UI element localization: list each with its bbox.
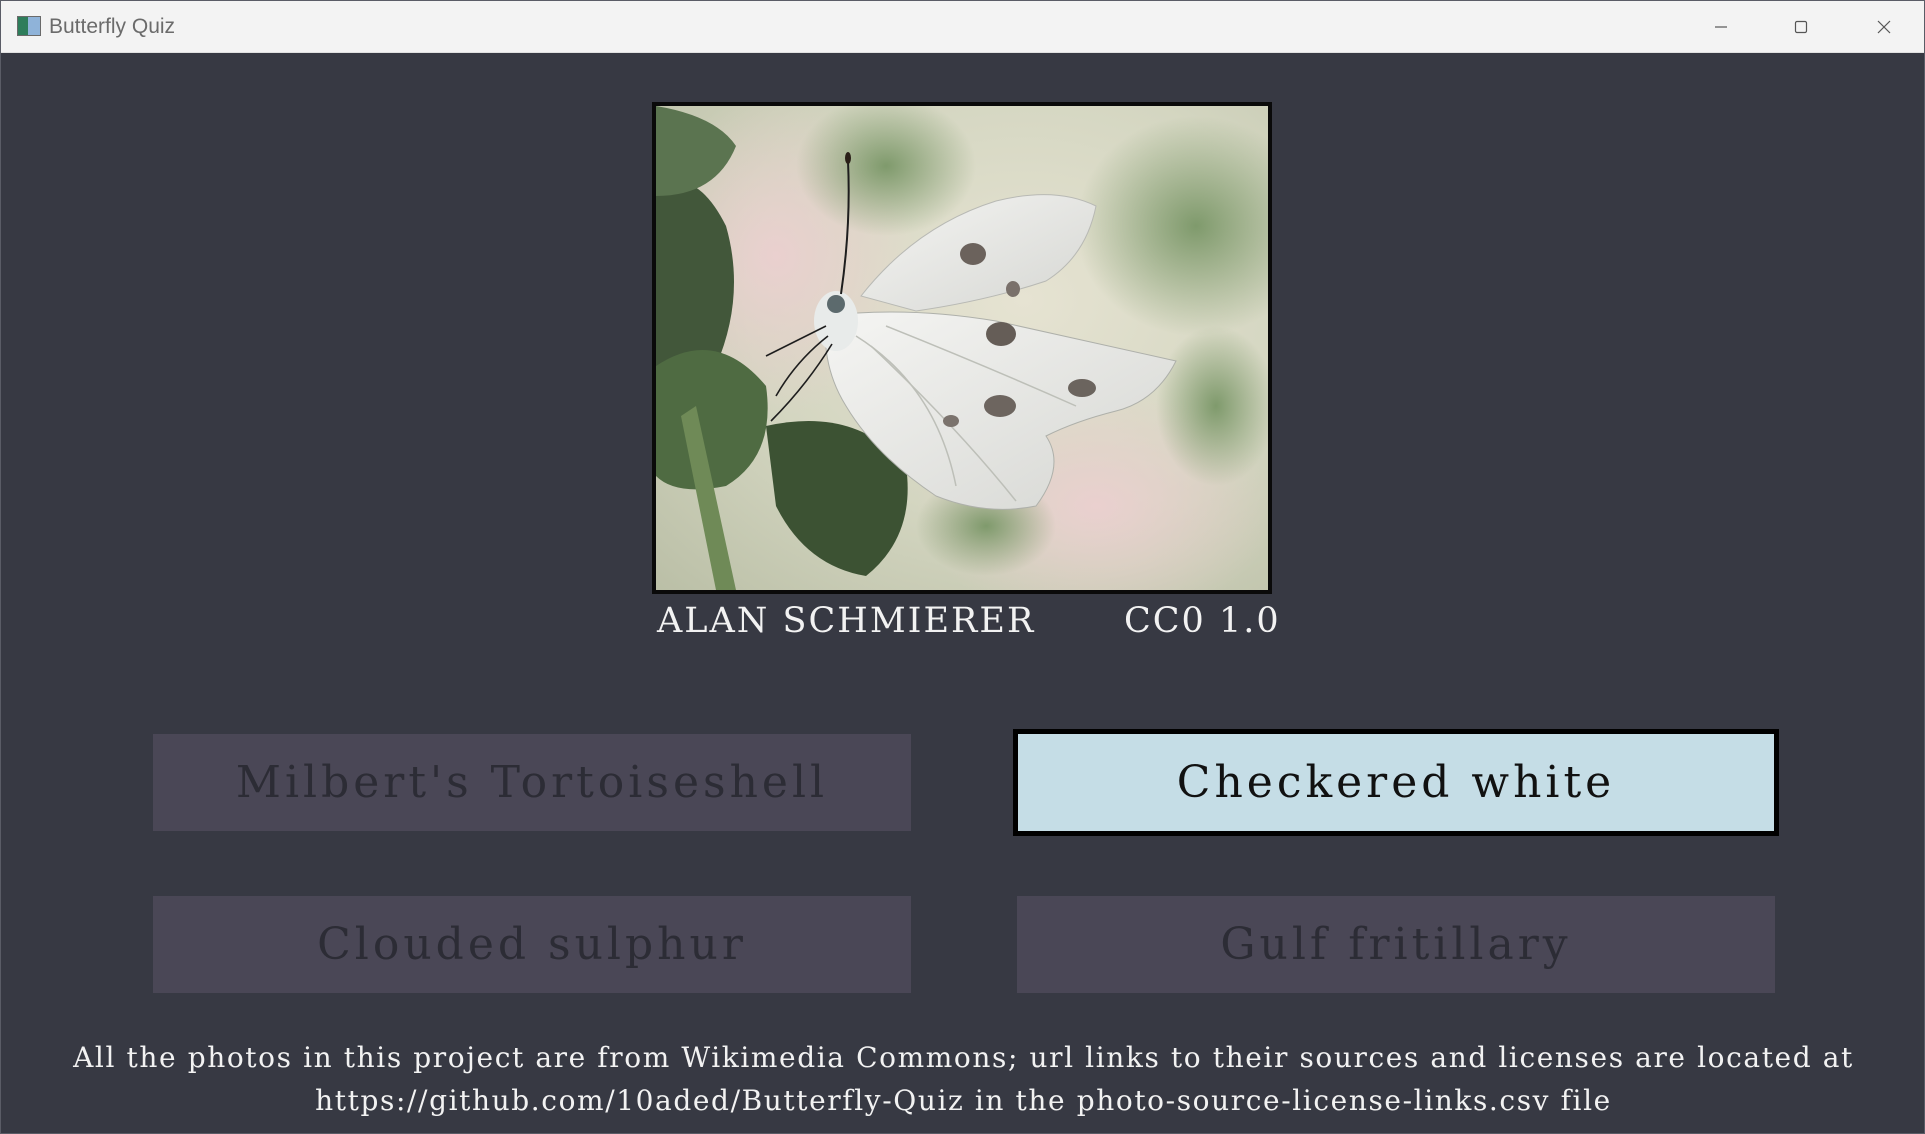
photo-source-note: All the photos in this project are from … [1, 1036, 1925, 1122]
answer-button-gulf-fritillary[interactable]: Gulf fritillary [1017, 896, 1775, 993]
butterfly-photo-image [656, 106, 1268, 590]
window-title: Butterfly Quiz [49, 15, 176, 38]
answer-button-milberts-tortoiseshell[interactable]: Milbert's Tortoiseshell [153, 734, 911, 831]
close-icon [1877, 20, 1891, 33]
title-bar: Butterfly Quiz [1, 1, 1924, 53]
app-window: Butterfly Quiz ALAN SCHMIERER CC0 1.0 Mi… [0, 0, 1925, 1134]
maximize-icon [1794, 20, 1808, 33]
photo-credit-license: CC0 1.0 [1124, 601, 1281, 641]
answer-button-checkered-white[interactable]: Checkered white [1013, 729, 1779, 836]
answer-button-clouded-sulphur[interactable]: Clouded sulphur [153, 896, 911, 993]
answer-label: Gulf fritillary [1220, 919, 1572, 970]
minimize-icon [1715, 25, 1727, 28]
answer-label: Checkered white [1176, 757, 1616, 808]
maximize-button[interactable] [1761, 1, 1841, 52]
butterfly-photo [652, 102, 1272, 594]
footer-line-1: All the photos in this project are from … [73, 1041, 1854, 1074]
answer-label: Milbert's Tortoiseshell [235, 757, 829, 808]
minimize-button[interactable] [1681, 1, 1761, 52]
footer-line-2: https://github.com/10aded/Butterfly-Quiz… [315, 1084, 1612, 1117]
app-icon [17, 16, 41, 36]
answer-label: Clouded sulphur [317, 919, 747, 970]
close-button[interactable] [1844, 1, 1924, 52]
photo-credit-author: ALAN SCHMIERER [657, 601, 1036, 641]
